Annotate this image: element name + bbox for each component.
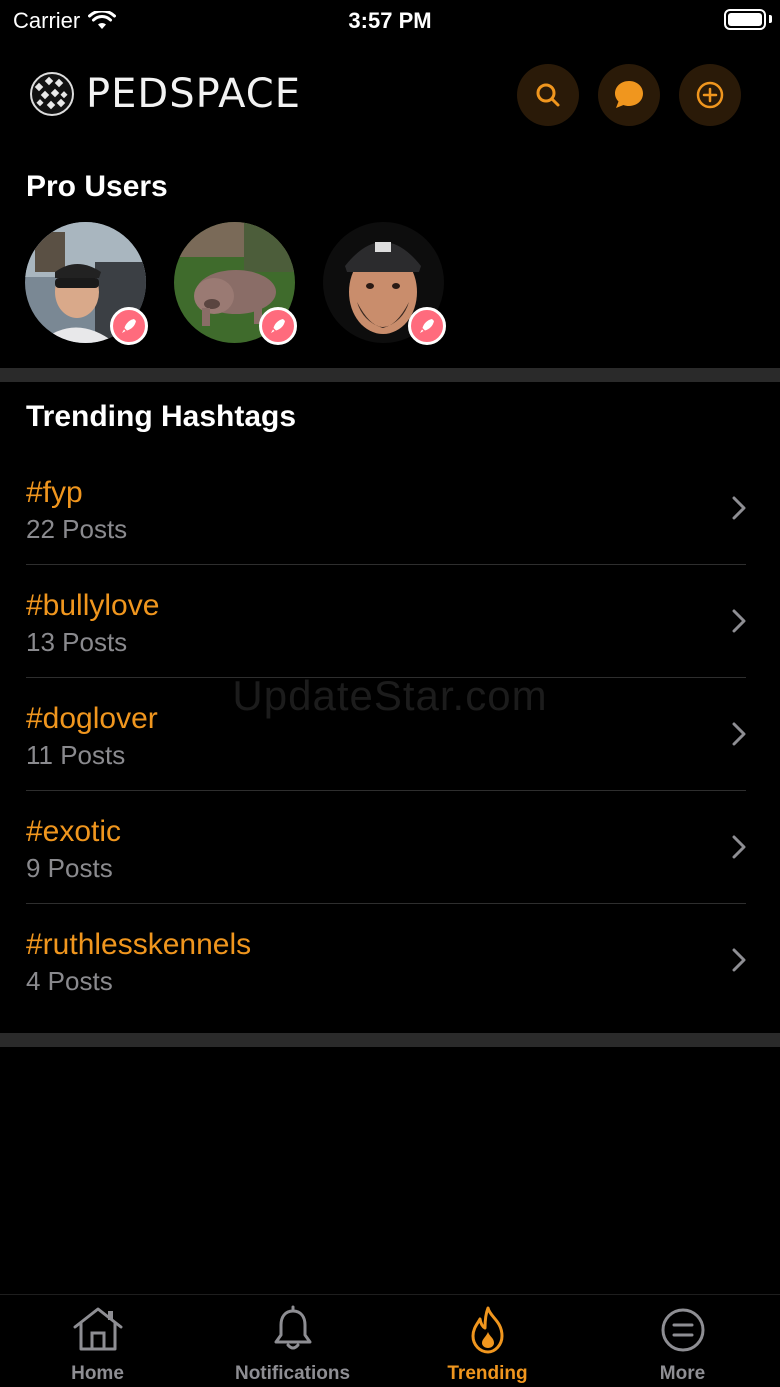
hashtag-label: #fyp — [26, 476, 83, 509]
home-icon — [73, 1307, 122, 1351]
hashtag-label: #bullylove — [26, 589, 160, 622]
pro-user-avatar-3[interactable] — [323, 222, 446, 345]
logo-wordmark: PEDSPACE — [86, 71, 302, 117]
status-bar: Carrier 3:57 PM — [0, 0, 780, 40]
pro-badge — [259, 307, 297, 345]
app-header: PEDSPACE — [0, 62, 780, 130]
search-icon — [536, 83, 560, 107]
chevron-right-icon — [732, 496, 746, 520]
pro-badge — [110, 307, 148, 345]
bell-icon — [274, 1305, 311, 1350]
chevron-right-icon — [732, 835, 746, 859]
logo-globe-icon — [30, 72, 74, 116]
hashtag-row-fyp[interactable]: #fyp 22 Posts — [0, 452, 780, 565]
pro-users-list — [25, 222, 446, 345]
messages-button[interactable] — [598, 64, 660, 126]
hashtag-post-count: 13 Posts — [26, 627, 128, 657]
hashtag-row-exotic[interactable]: #exotic 9 Posts — [0, 791, 780, 904]
clock: 3:57 PM — [348, 8, 432, 33]
rocket-icon — [271, 319, 285, 333]
tab-label: More — [659, 1363, 706, 1384]
hashtag-label: #exotic — [26, 815, 122, 848]
rocket-icon — [122, 319, 136, 333]
chat-bubble-icon — [615, 81, 643, 108]
more-circle-icon — [661, 1308, 704, 1352]
hashtag-row-ruthlesskennels[interactable]: #ruthlesskennels 4 Posts — [0, 904, 780, 1017]
flame-icon — [471, 1306, 503, 1354]
tab-notifications[interactable]: Notifications — [195, 1295, 390, 1387]
tab-home[interactable]: Home — [0, 1295, 195, 1387]
chevron-right-icon — [732, 609, 746, 633]
tab-more[interactable]: More — [585, 1295, 780, 1387]
trending-hashtags-title: Trending Hashtags — [26, 400, 297, 433]
tab-label: Trending — [447, 1363, 528, 1384]
hashtag-post-count: 22 Posts — [26, 514, 128, 544]
pro-user-avatar-1[interactable] — [25, 222, 148, 345]
hashtag-post-count: 11 Posts — [26, 740, 126, 770]
tab-label: Home — [71, 1363, 124, 1384]
hashtag-post-count: 4 Posts — [26, 966, 113, 996]
pro-badge — [408, 307, 446, 345]
pro-user-avatar-2[interactable] — [174, 222, 297, 345]
create-post-button[interactable] — [679, 64, 741, 126]
hashtag-row-bullylove[interactable]: #bullylove 13 Posts — [0, 565, 780, 678]
hashtag-label: #ruthlesskennels — [26, 928, 252, 961]
battery-icon — [724, 9, 766, 30]
chevron-right-icon — [732, 722, 746, 746]
app-logo[interactable]: PEDSPACE — [28, 70, 301, 118]
watermark: UpdateStar.com — [232, 672, 548, 719]
tab-label: Notifications — [234, 1363, 351, 1384]
hashtag-post-count: 9 Posts — [26, 853, 113, 883]
plus-circle-icon — [696, 81, 724, 109]
rocket-icon — [420, 319, 434, 333]
chevron-right-icon — [732, 948, 746, 972]
section-divider — [0, 368, 780, 382]
tab-bar: Home Notifications Trending More — [0, 1294, 780, 1387]
hashtag-list: #fyp 22 Posts #bullylove 13 Posts #doglo… — [0, 452, 780, 1017]
section-divider — [0, 1033, 780, 1047]
tab-trending[interactable]: Trending — [390, 1295, 585, 1387]
search-button[interactable] — [517, 64, 579, 126]
pro-users-title: Pro Users — [26, 170, 168, 203]
